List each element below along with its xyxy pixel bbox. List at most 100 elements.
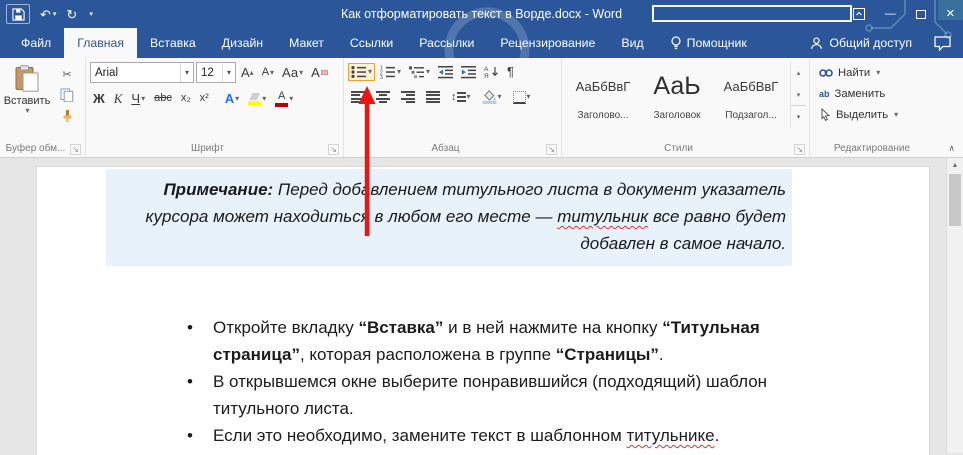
minimize-button[interactable]: —	[885, 8, 896, 20]
decrease-indent-button[interactable]	[435, 63, 456, 81]
ribbon-display-options-button[interactable]	[852, 8, 865, 20]
save-button[interactable]	[6, 4, 30, 24]
tab-file[interactable]: Файл	[8, 28, 64, 58]
format-painter-button[interactable]	[54, 107, 80, 125]
tab-layout[interactable]: Макет	[276, 28, 337, 58]
tab-assistant[interactable]: Помощник	[657, 28, 760, 58]
increase-indent-button[interactable]	[458, 63, 479, 81]
grow-font-button[interactable]: А ▴	[238, 64, 257, 81]
tab-view[interactable]: Вид	[608, 28, 656, 58]
restore-icon	[915, 9, 926, 19]
bullets-button[interactable]: ▾	[348, 62, 376, 81]
paste-button[interactable]: Вставить ▾	[4, 62, 50, 117]
sort-button[interactable]: А Я	[481, 63, 502, 81]
tab-home[interactable]: Главная	[64, 28, 138, 58]
editing-group-label: Редактирование	[833, 143, 911, 154]
strikethrough-button[interactable]: abc	[151, 91, 175, 106]
window-controls: — ✕	[852, 0, 955, 28]
share-button[interactable]: Общий доступ	[810, 36, 912, 50]
line-spacing-button[interactable]: ↕ ▾	[448, 89, 474, 105]
borders-button[interactable]: ▾	[510, 89, 534, 106]
find-button[interactable]: Найти ▾	[814, 62, 931, 83]
misspelled-word: титульнике	[626, 426, 715, 445]
change-case-button[interactable]: Аа ▾	[279, 64, 306, 81]
close-button[interactable]: ✕	[946, 8, 955, 20]
align-right-button[interactable]	[398, 89, 418, 105]
tab-mailings[interactable]: Рассылки	[406, 28, 487, 58]
tab-references[interactable]: Ссылки	[337, 28, 406, 58]
align-left-button[interactable]	[348, 89, 368, 105]
style-item-subtitle[interactable]: АаБбВвГ Подзагол...	[714, 62, 788, 126]
select-button[interactable]: Выделить ▾	[814, 104, 931, 125]
restore-button[interactable]	[915, 9, 926, 19]
editing-group: Найти ▾ ab Заменить Выделить ▾ Редактиро…	[810, 58, 934, 157]
clear-formatting-button[interactable]: А	[308, 64, 331, 81]
vertical-scrollbar[interactable]: ▲	[946, 158, 963, 453]
show-marks-button[interactable]: ¶	[504, 62, 517, 81]
subscript-button[interactable]: х₂	[178, 91, 194, 106]
document-page[interactable]: Примечание: Перед добавлением титульного…	[36, 166, 930, 455]
font-dialog-launcher[interactable]: ↘	[328, 144, 339, 155]
styles-scroll-up-button[interactable]: ▴	[791, 62, 806, 84]
highlighter-icon	[249, 93, 261, 100]
ribbon-display-options-icon	[852, 8, 865, 20]
font-name-dropdown-icon[interactable]: ▾	[180, 63, 193, 82]
styles-scroll-down-button[interactable]: ▾	[791, 84, 806, 106]
styles-scroll-rail: ▴ ▾ ▾	[790, 62, 806, 128]
replace-button[interactable]: ab Заменить	[814, 83, 931, 104]
bulleted-list: • Откройте вкладку “Вставка” и в ней наж…	[187, 314, 807, 449]
align-center-button[interactable]	[373, 89, 393, 105]
tab-review[interactable]: Рецензирование	[487, 28, 608, 58]
cut-button[interactable]: ✂	[54, 65, 80, 83]
customize-qat-button[interactable]: ▾	[87, 11, 93, 18]
tab-design[interactable]: Дизайн	[209, 28, 276, 58]
bold-button[interactable]: Ж	[90, 90, 108, 107]
shrink-font-button[interactable]: А ▾	[259, 65, 277, 80]
eraser-icon	[320, 70, 328, 75]
multilevel-list-button[interactable]: ▾	[406, 63, 433, 81]
font-group: Arial ▾ 12 ▾ А ▴ А ▾ Аа ▾ А Ж К Ч ▾ abc х₂ х…	[86, 58, 344, 157]
style-item-heading1[interactable]: АаБбВвГ Заголово...	[566, 62, 640, 126]
find-icon	[819, 68, 833, 77]
list-item: • Если это необходимо, замените текст в …	[187, 422, 807, 449]
title-bar: ↶ ▾ ↻ ▾ Как отформатировать текст в Ворде…	[0, 0, 963, 28]
bullet-marker: •	[187, 372, 193, 391]
clipboard-group-label: Буфер обм...	[5, 143, 66, 154]
numbering-button[interactable]: 1 2 3 ▾	[377, 63, 404, 81]
text-effects-button[interactable]: А ▾	[222, 90, 242, 107]
clipboard-group: Вставить ▾ ✂ Буфер обм... ↘	[0, 58, 86, 157]
scroll-up-button[interactable]: ▲	[947, 158, 963, 173]
grow-font-icon: ▴	[249, 67, 254, 77]
scrollbar-thumb[interactable]	[949, 174, 961, 226]
underline-button[interactable]: Ч ▾	[128, 90, 148, 107]
lightbulb-icon	[670, 35, 682, 51]
font-color-button[interactable]: А ▾	[272, 89, 296, 109]
paste-dropdown-icon[interactable]: ▾	[25, 107, 29, 115]
annotation-rectangle	[652, 5, 852, 22]
font-name-combo[interactable]: Arial ▾	[90, 62, 194, 83]
align-left-icon	[351, 91, 365, 103]
superscript-button[interactable]: х²	[197, 91, 212, 106]
highlight-color-button[interactable]: ▾	[245, 91, 269, 107]
styles-dialog-launcher[interactable]: ↘	[794, 144, 805, 155]
style-item-heading[interactable]: АаЬ Заголовок	[640, 62, 714, 126]
collapse-ribbon-button[interactable]: ∧	[948, 143, 955, 154]
undo-button[interactable]: ↶ ▾	[40, 8, 56, 21]
styles-more-button[interactable]: ▾	[791, 105, 806, 128]
italic-button[interactable]: К	[111, 90, 126, 107]
justify-button[interactable]	[423, 89, 443, 105]
font-size-dropdown-icon[interactable]: ▾	[222, 63, 235, 82]
clipboard-dialog-launcher[interactable]: ↘	[70, 144, 81, 155]
tab-insert[interactable]: Вставка	[137, 28, 209, 58]
comment-icon[interactable]	[934, 35, 951, 51]
copy-icon	[60, 88, 74, 102]
copy-button[interactable]	[54, 86, 80, 104]
undo-dropdown-icon[interactable]: ▾	[53, 11, 57, 18]
paste-icon	[15, 65, 39, 92]
replace-icon: ab	[819, 88, 830, 99]
shading-button[interactable]: ▾	[479, 88, 505, 106]
paragraph-dialog-launcher[interactable]: ↘	[546, 144, 557, 155]
note-paragraph: Примечание: Перед добавлением титульного…	[106, 169, 792, 266]
font-size-combo[interactable]: 12 ▾	[196, 62, 236, 83]
redo-button[interactable]: ↻	[66, 8, 77, 21]
